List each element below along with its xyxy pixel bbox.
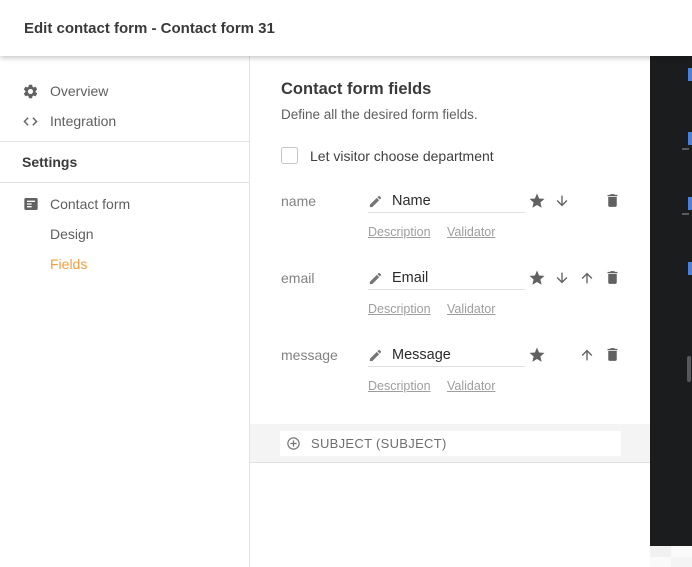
- move-up-icon-button[interactable]: [578, 345, 596, 364]
- move-down-icon-button[interactable]: [553, 268, 571, 287]
- description-link[interactable]: Description: [368, 379, 431, 393]
- field-label: Name: [392, 193, 431, 209]
- sidebar-item-overview[interactable]: Overview: [0, 76, 249, 106]
- app-header: Edit contact form - Contact form 31: [0, 0, 692, 56]
- sidebar-section-settings: Settings: [0, 142, 249, 182]
- form-icon: [22, 196, 39, 213]
- department-checkbox-row: Let visitor choose department: [281, 147, 494, 164]
- icon-spacer: [22, 226, 39, 243]
- sidebar-item-label: Design: [50, 226, 94, 242]
- favorite-icon-button[interactable]: [528, 345, 546, 364]
- field-row: message Message Description Validator: [281, 344, 645, 421]
- field-rows: name Name Description Validator email Em…: [281, 190, 645, 421]
- edit-pencil-icon: [368, 271, 383, 286]
- validator-link[interactable]: Validator: [447, 225, 495, 239]
- backdrop-fragment: [688, 262, 692, 275]
- move-down-icon-button[interactable]: [553, 191, 571, 210]
- description-link[interactable]: Description: [368, 302, 431, 316]
- backdrop-fragment: [682, 148, 689, 150]
- field-label: Email: [392, 270, 429, 286]
- validator-link[interactable]: Validator: [447, 379, 495, 393]
- field-row: name Name Description Validator: [281, 190, 645, 267]
- backdrop-scrollbar: [687, 356, 691, 382]
- backdrop-fragment: [688, 68, 692, 81]
- add-field-label: SUBJECT (SUBJECT): [311, 436, 447, 451]
- field-key: name: [281, 193, 317, 209]
- icon-spacer: [22, 256, 39, 273]
- sidebar-item-contact-form[interactable]: Contact form: [0, 189, 249, 219]
- department-checkbox[interactable]: [281, 147, 298, 164]
- add-circle-icon: [286, 436, 301, 451]
- description-link[interactable]: Description: [368, 225, 431, 239]
- code-icon: [22, 113, 39, 130]
- field-key: email: [281, 270, 315, 286]
- favorite-icon-button[interactable]: [528, 191, 546, 210]
- sidebar-divider: [0, 182, 249, 183]
- move-up-icon-button[interactable]: [578, 268, 596, 287]
- panel-title: Contact form fields: [281, 80, 432, 98]
- sidebar-section-label: Settings: [22, 154, 78, 170]
- favorite-icon-button[interactable]: [528, 268, 546, 287]
- sidebar-item-label: Integration: [50, 113, 117, 129]
- page-title: Edit contact form - Contact form 31: [24, 19, 275, 37]
- edit-pencil-icon: [368, 194, 383, 209]
- department-checkbox-label: Let visitor choose department: [310, 147, 494, 164]
- panel-subtitle: Define all the desired form fields.: [281, 107, 478, 122]
- backdrop-fragment: [682, 213, 689, 215]
- sidebar-item-fields[interactable]: Fields: [0, 249, 249, 279]
- delete-icon-button[interactable]: [603, 345, 621, 364]
- field-label-editor[interactable]: Email: [368, 267, 525, 290]
- field-label-editor[interactable]: Message: [368, 344, 525, 367]
- backdrop-fragment: [688, 132, 692, 145]
- validator-link[interactable]: Validator: [447, 302, 495, 316]
- field-label-editor[interactable]: Name: [368, 190, 525, 213]
- sidebar-item-label: Overview: [50, 83, 109, 99]
- field-label: Message: [392, 347, 451, 363]
- sidebar-item-integration[interactable]: Integration: [0, 106, 249, 136]
- field-row: email Email Description Validator: [281, 267, 645, 344]
- page-backdrop-bottom: [650, 546, 692, 567]
- delete-icon-button[interactable]: [603, 268, 621, 287]
- page-backdrop: [650, 56, 692, 546]
- contact-form-fields-panel: Contact form fields Define all the desir…: [250, 56, 650, 567]
- sidebar-item-design[interactable]: Design: [0, 219, 249, 249]
- gear-icon: [22, 83, 39, 100]
- add-field-select[interactable]: SUBJECT (SUBJECT): [280, 431, 621, 456]
- sidebar-item-label-active: Fields: [50, 256, 88, 272]
- sidebar-item-label: Contact form: [50, 196, 131, 212]
- add-field-bar: SUBJECT (SUBJECT): [250, 424, 650, 463]
- field-key: message: [281, 347, 338, 363]
- edit-pencil-icon: [368, 348, 383, 363]
- delete-icon-button[interactable]: [603, 191, 621, 210]
- settings-sidebar: Overview Integration Settings Contact fo…: [0, 56, 250, 567]
- backdrop-fragment: [688, 197, 692, 210]
